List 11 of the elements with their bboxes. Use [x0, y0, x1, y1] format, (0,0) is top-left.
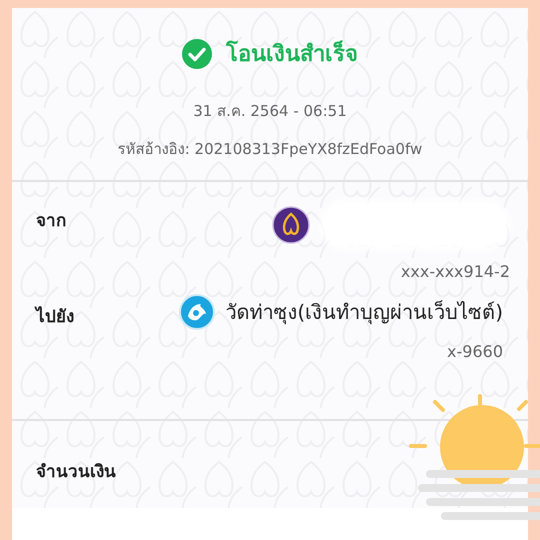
- transfer-datetime: 31 ส.ค. 2564 - 06:51: [193, 101, 347, 122]
- bell-logo-icon: [272, 206, 310, 244]
- bird-logo-icon: [179, 294, 216, 330]
- party-label: ไปยัง: [36, 305, 75, 329]
- account-number: xxx-xxx914-2: [400, 262, 510, 281]
- account-number: x-9660: [447, 342, 503, 361]
- amount-label: จำนวนเงิน: [36, 462, 116, 482]
- party-label: จาก: [36, 210, 67, 233]
- recipient-name: วัดท่าซุง(เงินทำบุญผ่านเว็บไซต์): [225, 299, 503, 326]
- reference-code: รหัสอ้างอิง: 202108313FpeYX8fzEdFoa0fw: [118, 139, 422, 160]
- status-title: โอนเงินสำเร็จ: [226, 39, 358, 69]
